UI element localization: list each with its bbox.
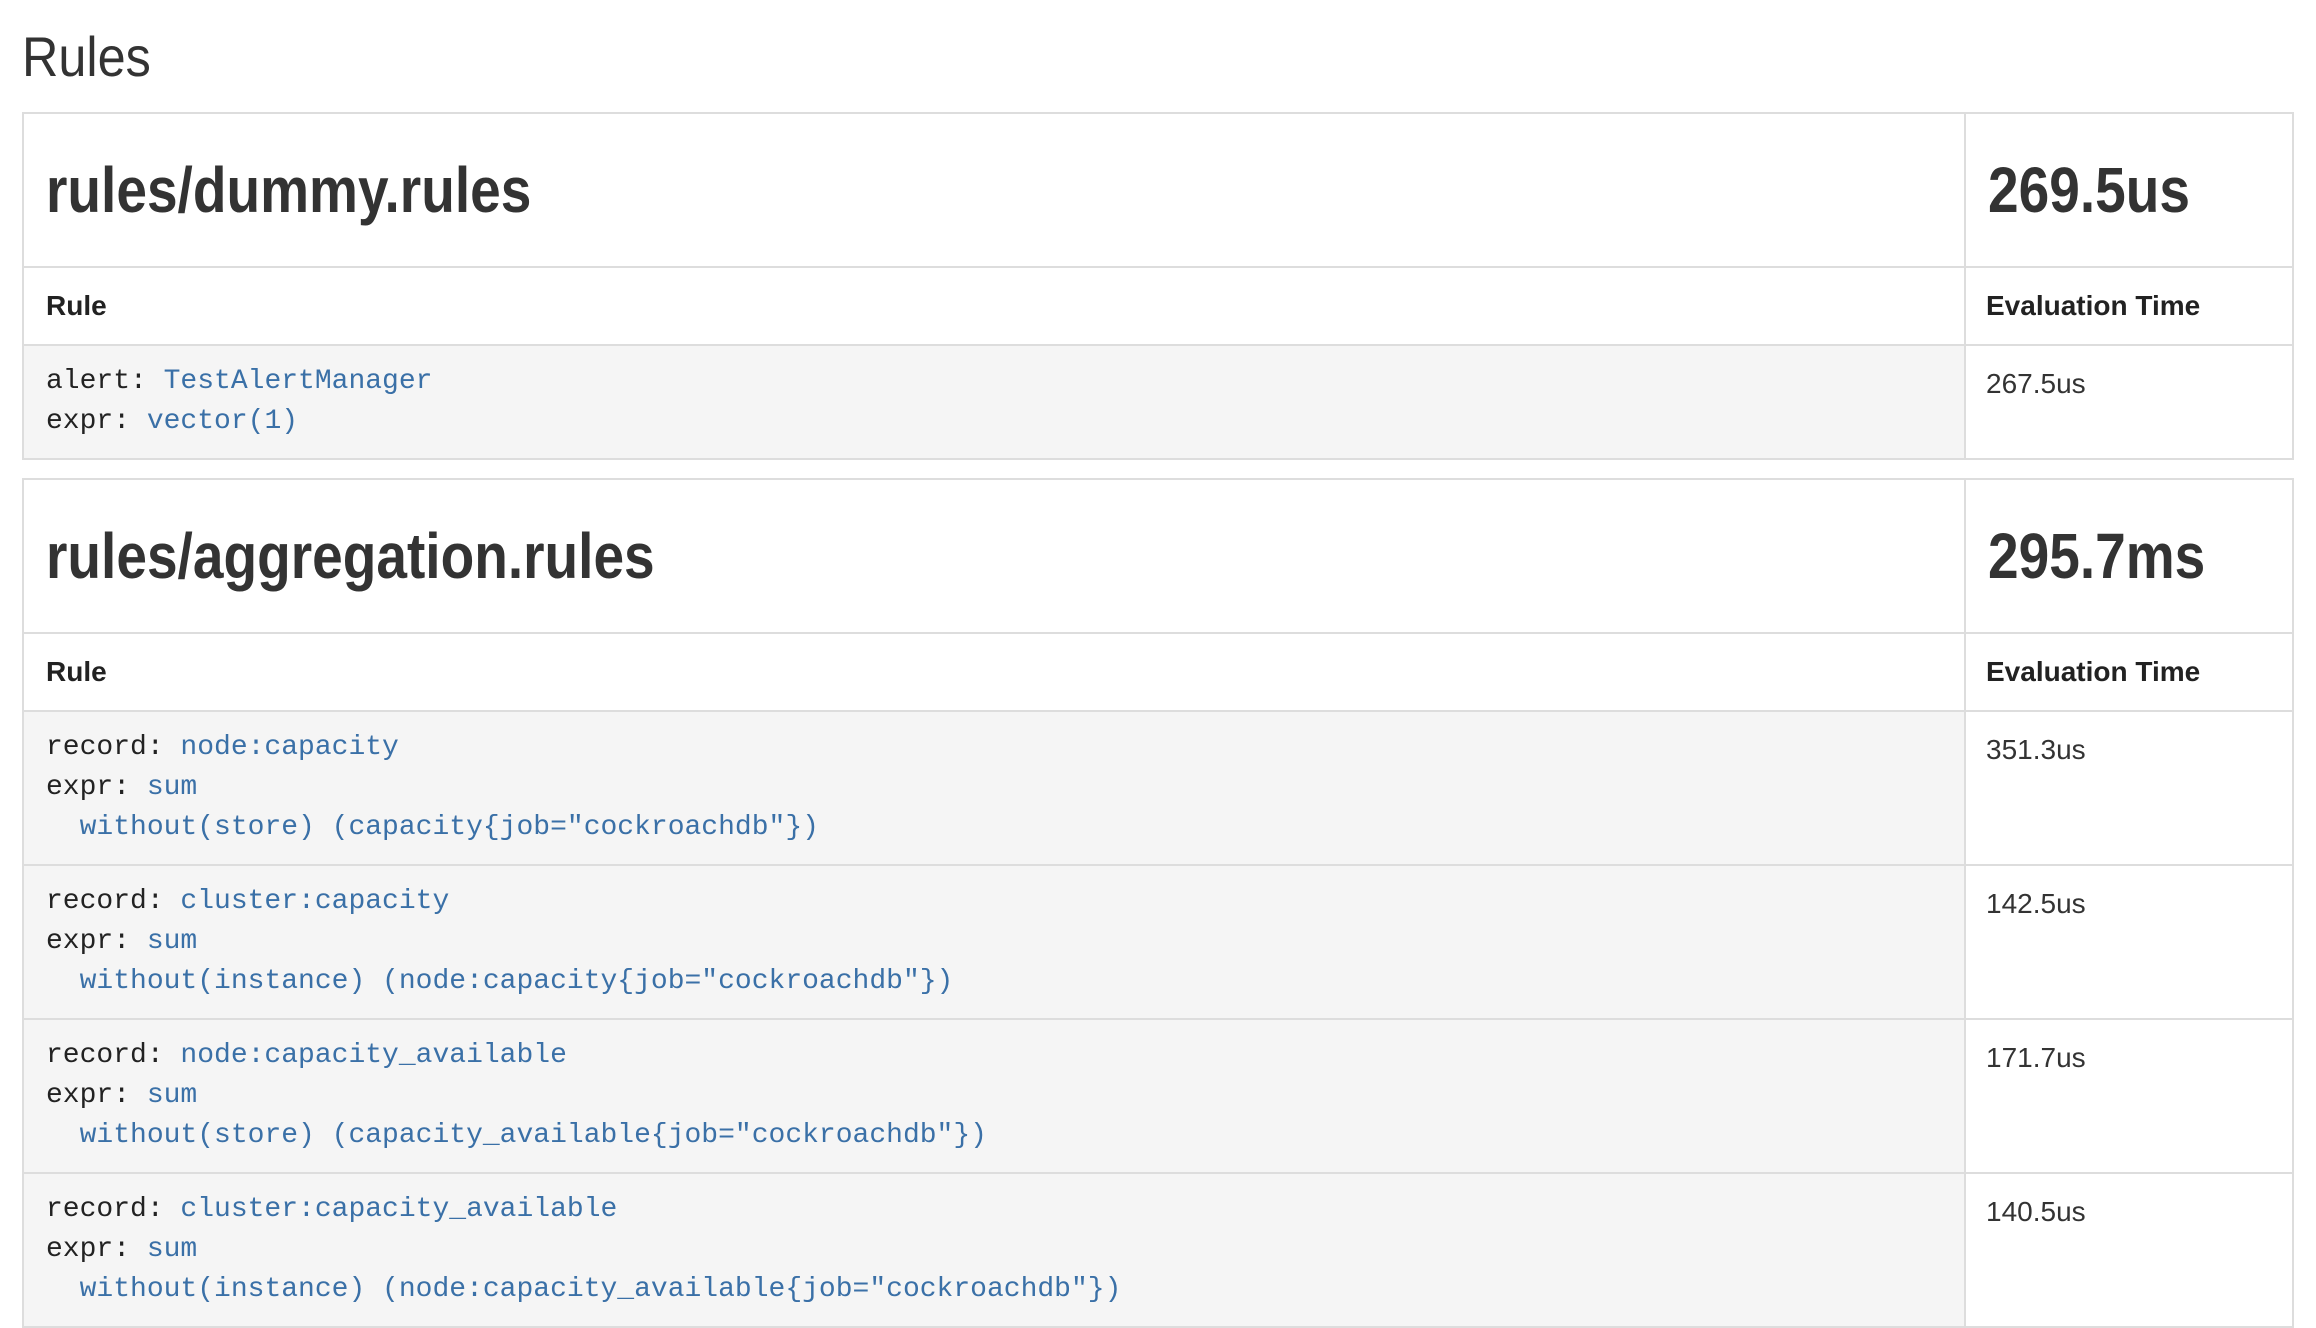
rule-cell: alert: TestAlertManagerexpr: vector(1) — [23, 345, 1965, 459]
rule-row: alert: TestAlertManagerexpr: vector(1)26… — [23, 345, 2293, 459]
rule-code-label — [46, 1274, 80, 1305]
rule-code-line: expr: sum — [46, 1076, 1942, 1116]
rule-evaluation-time: 140.5us — [1965, 1173, 2293, 1327]
rule-column-header: Rule — [23, 267, 1965, 345]
rule-code-label: expr: — [46, 1080, 147, 1111]
rule-cell: record: node:capacityexpr: sum without(s… — [23, 711, 1965, 865]
group-heading-row: rules/aggregation.rules 295.7ms — [23, 479, 2293, 633]
rule-code-line: record: node:capacity_available — [46, 1036, 1942, 1076]
rule-link[interactable]: without(instance) (node:capacity{job="co… — [80, 966, 954, 997]
rule-code-line: without(store) (capacity{job="cockroachd… — [46, 808, 1942, 848]
rule-link[interactable]: vector(1) — [147, 406, 298, 437]
rule-link[interactable]: sum — [147, 1080, 197, 1111]
rule-code-line: without(instance) (node:capacity{job="co… — [46, 962, 1942, 1002]
rule-code-line: expr: sum — [46, 768, 1942, 808]
rule-code-line: record: node:capacity — [46, 728, 1942, 768]
rule-code-label: record: — [46, 1194, 180, 1225]
rule-code-label: record: — [46, 1040, 180, 1071]
rule-row: record: node:capacityexpr: sum without(s… — [23, 711, 2293, 865]
rule-group-table: rules/dummy.rules 269.5us RuleEvaluation T… — [22, 112, 2294, 460]
rule-code-label: record: — [46, 886, 180, 917]
rule-link[interactable]: sum — [147, 772, 197, 803]
column-header-row: RuleEvaluation Time — [23, 267, 2293, 345]
rule-link[interactable]: without(instance) (node:capacity_availab… — [80, 1274, 1122, 1305]
rule-code-line: alert: TestAlertManager — [46, 362, 1942, 402]
rule-cell: record: node:capacity_availableexpr: sum… — [23, 1019, 1965, 1173]
page-title: Rules — [22, 26, 2294, 88]
rule-link[interactable]: sum — [147, 926, 197, 957]
group-evaluation-time-cell: 295.7ms — [1965, 479, 2293, 633]
group-heading-row: rules/dummy.rules 269.5us — [23, 113, 2293, 267]
rule-code-label — [46, 1120, 80, 1151]
rule-column-header: Rule — [23, 633, 1965, 711]
rule-code-label: expr: — [46, 772, 147, 803]
rule-code-label: expr: — [46, 1234, 147, 1265]
rule-evaluation-time: 142.5us — [1965, 865, 2293, 1019]
rule-evaluation-time: 351.3us — [1965, 711, 2293, 865]
group-name-cell: rules/dummy.rules — [23, 113, 1965, 267]
rule-link[interactable]: sum — [147, 1234, 197, 1265]
rule-evaluation-time: 267.5us — [1965, 345, 2293, 459]
rule-link[interactable]: cluster:capacity — [180, 886, 449, 917]
rule-code-line: expr: sum — [46, 1230, 1942, 1270]
rule-link[interactable]: node:capacity_available — [180, 1040, 566, 1071]
rule-link[interactable]: cluster:capacity_available — [180, 1194, 617, 1225]
rule-group-table: rules/aggregation.rules 295.7ms RuleEvalua… — [22, 478, 2294, 1328]
rule-groups-container: rules/dummy.rules269.5usRuleEvaluation T… — [22, 112, 2294, 1328]
evaluation-time-column-header: Evaluation Time — [1965, 267, 2293, 345]
evaluation-time-column-header: Evaluation Time — [1965, 633, 2293, 711]
rule-link[interactable]: node:capacity — [180, 732, 398, 763]
rule-code-line: without(instance) (node:capacity_availab… — [46, 1270, 1942, 1310]
rule-code-line: record: cluster:capacity_available — [46, 1190, 1942, 1230]
rule-code-label: record: — [46, 732, 180, 763]
rule-row: record: cluster:capacity_availableexpr: … — [23, 1173, 2293, 1327]
rule-code-label: alert: — [46, 366, 164, 397]
rule-cell: record: cluster:capacityexpr: sum withou… — [23, 865, 1965, 1019]
rule-link[interactable]: without(store) (capacity_available{job="… — [80, 1120, 987, 1151]
group-name: rules/aggregation.rules — [46, 500, 655, 612]
rule-code-line: without(store) (capacity_available{job="… — [46, 1116, 1942, 1156]
column-header-row: RuleEvaluation Time — [23, 633, 2293, 711]
rule-cell: record: cluster:capacity_availableexpr: … — [23, 1173, 1965, 1327]
rule-code-label — [46, 812, 80, 843]
page-title-text: Rules — [22, 26, 151, 88]
group-evaluation-time-cell: 269.5us — [1965, 113, 2293, 267]
group-evaluation-time: 295.7ms — [1988, 500, 2205, 612]
rule-code-line: expr: vector(1) — [46, 402, 1942, 442]
rule-link[interactable]: without(store) (capacity{job="cockroachd… — [80, 812, 819, 843]
rule-row: record: cluster:capacityexpr: sum withou… — [23, 865, 2293, 1019]
rule-code-label: expr: — [46, 926, 147, 957]
group-evaluation-time: 269.5us — [1988, 134, 2190, 246]
rule-code-line: expr: sum — [46, 922, 1942, 962]
group-name-cell: rules/aggregation.rules — [23, 479, 1965, 633]
rule-link[interactable]: TestAlertManager — [164, 366, 433, 397]
rule-row: record: node:capacity_availableexpr: sum… — [23, 1019, 2293, 1173]
rule-code-label — [46, 966, 80, 997]
rule-code-label: expr: — [46, 406, 147, 437]
group-name: rules/dummy.rules — [46, 134, 531, 246]
rule-code-line: record: cluster:capacity — [46, 882, 1942, 922]
rule-evaluation-time: 171.7us — [1965, 1019, 2293, 1173]
